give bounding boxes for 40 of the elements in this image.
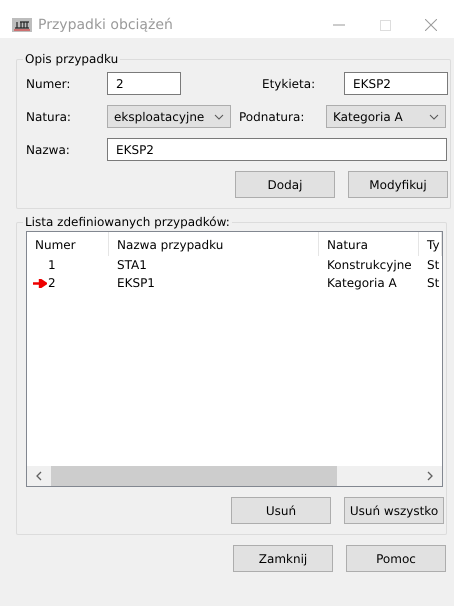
table-cell: 2 <box>48 276 56 290</box>
table-cell: Kategoria A <box>327 276 397 290</box>
table-cell: STA1 <box>117 258 147 272</box>
dropdown[interactable]: eksploatacyjne <box>107 105 231 128</box>
table-cell: Konstrukcyjne <box>327 258 412 272</box>
minimize-icon[interactable] <box>333 24 345 26</box>
horizontal-scrollbar[interactable] <box>27 466 442 486</box>
field-label: Numer: <box>26 76 72 90</box>
group-title: Lista zdefiniowanych przypadków: <box>24 215 231 229</box>
column-header[interactable]: Numer <box>27 232 109 256</box>
dialog-button[interactable]: Pomoc <box>346 545 446 572</box>
chevron-down-icon <box>214 114 224 120</box>
scroll-left-icon[interactable] <box>35 471 43 481</box>
table-cell: 1 <box>48 258 56 272</box>
input-field[interactable]: EKSP2 <box>344 72 448 95</box>
action-button[interactable]: Dodaj <box>235 171 335 198</box>
action-button[interactable]: Modyfikuj <box>348 171 448 198</box>
column-header[interactable]: Natura <box>319 232 419 256</box>
scrollbar-thumb[interactable] <box>51 466 337 486</box>
table-cell: St <box>427 276 440 290</box>
table-cell: EKSP1 <box>117 276 155 290</box>
scroll-right-icon[interactable] <box>426 471 434 481</box>
column-header[interactable]: Ty <box>419 232 442 256</box>
chevron-down-icon <box>429 114 439 120</box>
action-button[interactable]: Usuń wszystko <box>344 497 444 524</box>
action-button[interactable]: Usuń <box>231 497 331 524</box>
close-icon[interactable] <box>425 19 437 31</box>
column-header[interactable]: Nazwa przypadku <box>109 232 319 256</box>
field-label: Podnatura: <box>239 110 306 124</box>
input-field[interactable]: 2 <box>107 72 181 95</box>
window-title: Przypadki obciążeń <box>38 17 174 33</box>
table-cell: St <box>427 258 440 272</box>
dropdown[interactable]: Kategoria A <box>326 105 446 128</box>
input-field[interactable]: EKSP2 <box>107 138 447 161</box>
field-label: Etykieta: <box>262 76 316 90</box>
field-label: Natura: <box>26 110 72 124</box>
dialog-button[interactable]: Zamknij <box>233 545 333 572</box>
app-icon <box>12 18 32 32</box>
field-label: Nazwa: <box>26 142 71 156</box>
group-title: Opis przypadku <box>24 52 120 66</box>
